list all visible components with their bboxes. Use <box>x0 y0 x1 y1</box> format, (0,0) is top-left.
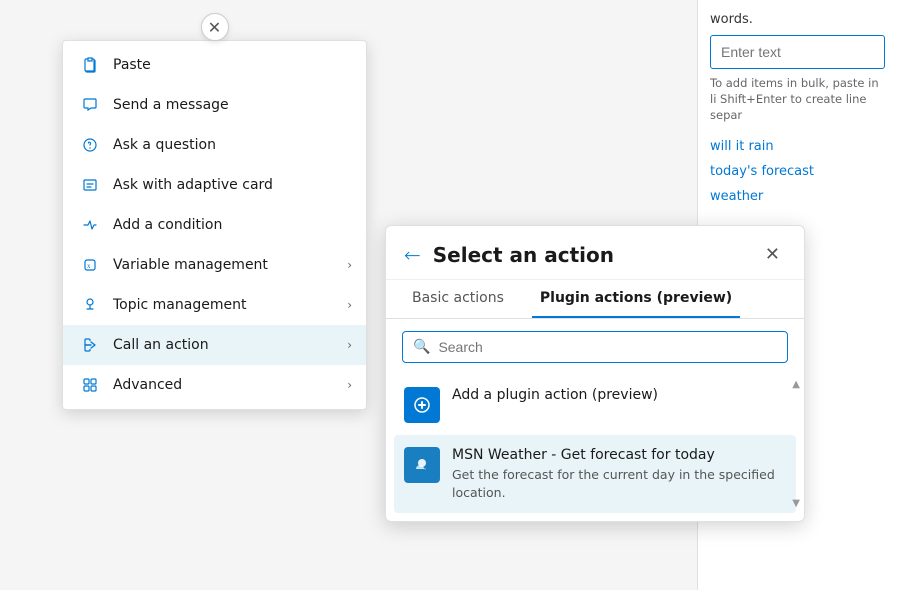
weather-icon <box>404 447 440 483</box>
topic-icon <box>79 294 101 316</box>
action-item-msn-weather[interactable]: MSN Weather - Get forecast for today Get… <box>394 435 796 513</box>
add-plugin-title: Add a plugin action (preview) <box>452 387 786 403</box>
menu-item-topic-mgmt[interactable]: Topic management › <box>63 285 366 325</box>
tab-plugin-actions[interactable]: Plugin actions (preview) <box>532 280 740 318</box>
action-tabs: Basic actions Plugin actions (preview) <box>386 280 804 319</box>
menu-item-add-condition[interactable]: Add a condition <box>63 205 366 245</box>
msn-weather-text: MSN Weather - Get forecast for today Get… <box>452 447 786 501</box>
chevron-right-icon: › <box>347 338 352 352</box>
chevron-right-icon: › <box>347 258 352 272</box>
scrollbar[interactable]: ▲ ▼ <box>792 375 800 513</box>
action-item-add-plugin[interactable]: Add a plugin action (preview) <box>394 375 796 435</box>
basic-actions-label: Basic actions <box>412 290 504 306</box>
chevron-right-icon: › <box>347 298 352 312</box>
action-search-container: 🔍 <box>402 331 788 363</box>
tag-weather: weather <box>710 189 885 204</box>
msn-weather-title: MSN Weather - Get forecast for today <box>452 447 786 463</box>
ask-adaptive-label: Ask with adaptive card <box>113 177 273 193</box>
message-icon <box>79 94 101 116</box>
action-panel-title: Select an action <box>433 243 759 267</box>
tag-will-it-rain: will it rain <box>710 139 885 154</box>
menu-item-paste[interactable]: Paste <box>63 45 366 85</box>
condition-icon <box>79 214 101 236</box>
msn-weather-desc: Get the forecast for the current day in … <box>452 466 786 501</box>
adaptive-icon <box>79 174 101 196</box>
action-list-inner: Add a plugin action (preview) MSN Weathe… <box>386 375 804 513</box>
menu-item-ask-question[interactable]: Ask a question <box>63 125 366 165</box>
paste-icon <box>79 54 101 76</box>
menu-item-advanced[interactable]: Advanced › <box>63 365 366 405</box>
back-button[interactable]: ← <box>404 243 421 267</box>
variable-mgmt-label: Variable management <box>113 257 268 273</box>
menu-item-send-message[interactable]: Send a message <box>63 85 366 125</box>
question-icon <box>79 134 101 156</box>
action-panel-header: ← Select an action ✕ <box>386 226 804 280</box>
add-plugin-text: Add a plugin action (preview) <box>452 387 786 406</box>
advanced-label: Advanced <box>113 377 182 393</box>
call-action-label: Call an action <box>113 337 209 353</box>
close-button[interactable]: ✕ <box>201 13 229 41</box>
action-list: Add a plugin action (preview) MSN Weathe… <box>386 375 804 513</box>
plugin-icon <box>404 387 440 423</box>
hint-text: To add items in bulk, paste in li Shift+… <box>710 75 885 123</box>
variable-icon: x <box>79 254 101 276</box>
add-condition-label: Add a condition <box>113 217 222 233</box>
action-panel: ← Select an action ✕ Basic actions Plugi… <box>385 225 805 522</box>
menu-item-ask-adaptive[interactable]: Ask with adaptive card <box>63 165 366 205</box>
plugin-actions-label: Plugin actions (preview) <box>540 290 732 306</box>
scroll-down-arrow[interactable]: ▼ <box>792 498 800 509</box>
chevron-right-icon: › <box>347 378 352 392</box>
advanced-icon <box>79 374 101 396</box>
context-menu: ✕ Paste Send a message Ask a <box>62 40 367 410</box>
words-label: words. <box>710 12 885 27</box>
search-icon: 🔍 <box>413 339 430 355</box>
topic-mgmt-label: Topic management <box>113 297 246 313</box>
close-icon: ✕ <box>208 18 221 37</box>
enter-text-input[interactable] <box>710 35 885 69</box>
svg-text:x: x <box>87 262 91 270</box>
panel-close-button[interactable]: ✕ <box>759 242 786 267</box>
search-input[interactable] <box>438 339 777 355</box>
send-message-label: Send a message <box>113 97 229 113</box>
menu-item-call-action[interactable]: Call an action › <box>63 325 366 365</box>
menu-item-variable-mgmt[interactable]: x Variable management › <box>63 245 366 285</box>
action-icon <box>79 334 101 356</box>
scroll-up-arrow[interactable]: ▲ <box>792 379 800 390</box>
tab-basic-actions[interactable]: Basic actions <box>404 280 512 318</box>
tag-todays-forecast: today's forecast <box>710 164 885 179</box>
ask-question-label: Ask a question <box>113 137 216 153</box>
paste-label: Paste <box>113 57 151 73</box>
